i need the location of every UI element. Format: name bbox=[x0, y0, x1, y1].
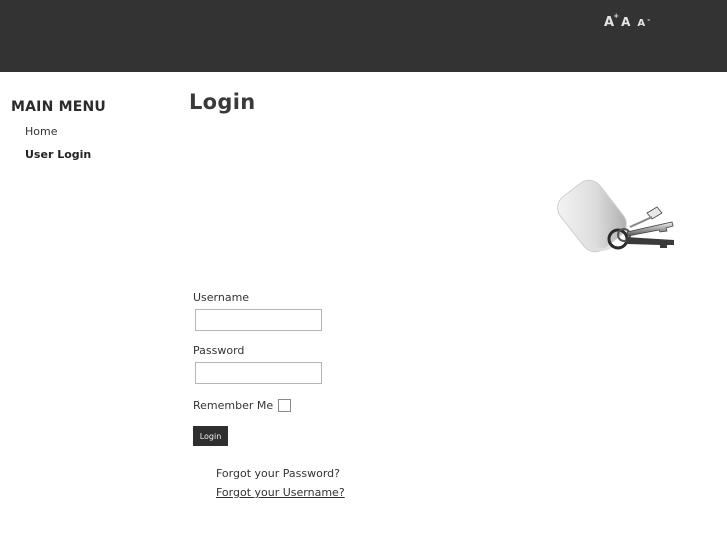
list-item: Forgot your Username? bbox=[216, 486, 493, 505]
login-help-links: Forgot your Password? Forgot your Userna… bbox=[216, 467, 493, 505]
page-title: Login bbox=[189, 90, 256, 114]
username-label: Username bbox=[193, 291, 250, 304]
forgot-username-link[interactable]: Forgot your Username? bbox=[216, 486, 345, 499]
top-bar: A + A A- bbox=[0, 0, 727, 72]
login-button[interactable]: Login bbox=[193, 426, 228, 446]
font-decrease-button[interactable]: A- bbox=[637, 17, 650, 29]
list-item: Forgot your Password? bbox=[216, 467, 493, 486]
remember-me-label: Remember Me bbox=[193, 399, 274, 412]
font-reset-button[interactable]: A bbox=[621, 16, 630, 28]
font-decrease-mark: - bbox=[647, 16, 651, 24]
sidebar-item-user-login: User Login bbox=[25, 148, 171, 171]
remember-me-checkbox[interactable] bbox=[278, 399, 292, 412]
sidebar-link-user-login[interactable]: User Login bbox=[25, 148, 91, 161]
login-form: Username Password Remember Me Login Forg… bbox=[193, 291, 493, 505]
font-increase-button[interactable]: A + bbox=[604, 13, 619, 30]
keys-icon bbox=[552, 165, 687, 265]
remember-me-row: Remember Me bbox=[193, 399, 493, 412]
main-menu-list: Home User Login bbox=[25, 125, 171, 171]
main-menu-title: MAIN MENU bbox=[11, 99, 106, 115]
sidebar-link-home[interactable]: Home bbox=[25, 125, 57, 138]
sidebar: MAIN MENU Home User Login bbox=[11, 99, 171, 171]
font-increase-mark: + bbox=[613, 12, 620, 20]
font-size-controls: A + A A- bbox=[604, 13, 650, 30]
forgot-password-link[interactable]: Forgot your Password? bbox=[216, 467, 340, 480]
font-decrease-label: A bbox=[637, 18, 646, 29]
password-input[interactable] bbox=[195, 362, 322, 384]
sidebar-item-home: Home bbox=[25, 125, 171, 148]
username-input[interactable] bbox=[195, 309, 322, 331]
password-label: Password bbox=[193, 344, 245, 357]
